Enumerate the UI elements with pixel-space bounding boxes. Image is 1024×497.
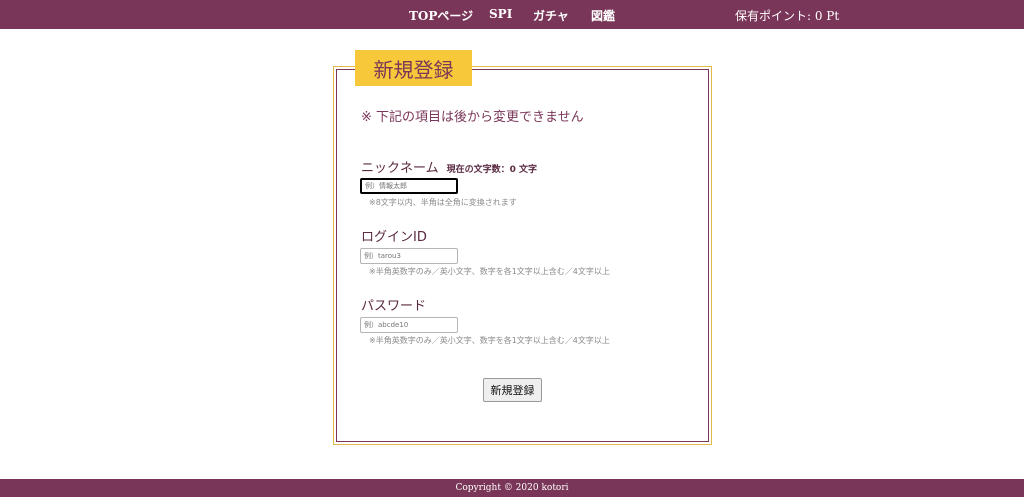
nav-spi-link[interactable]: SPI <box>489 7 512 21</box>
login-id-input[interactable] <box>360 248 458 264</box>
password-input[interactable] <box>360 317 458 333</box>
login-id-hint: ※半角英数字のみ／英小文字、数字を各1文字以上含む／4文字以上 <box>369 267 610 276</box>
password-hint: ※半角英数字のみ／英小文字、数字を各1文字以上含む／4文字以上 <box>369 336 610 345</box>
nickname-label: ニックネーム 現在の文字数：0 文字 <box>361 157 537 176</box>
nickname-char-count: 現在の文字数：0 文字 <box>446 165 538 175</box>
nav-gacha-link[interactable]: ガチャ <box>533 7 569 24</box>
footer: Copyright © 2020 kotori <box>0 479 1024 497</box>
top-navigation-bar: TOPページ SPI ガチャ 図鑑 保有ポイント: 0 Pt <box>0 0 1024 29</box>
nickname-hint: ※8文字以内、半角は全角に変換されます <box>369 198 517 207</box>
password-label: パスワード <box>361 299 427 314</box>
page-title: 新規登録 <box>355 50 472 86</box>
nav-top-page-link[interactable]: TOPページ <box>409 7 473 24</box>
nickname-label-text: ニックネーム <box>361 161 439 176</box>
copyright-text: Copyright © 2020 kotori <box>455 483 569 493</box>
login-id-label: ログインID <box>361 230 427 245</box>
nickname-input[interactable] <box>360 178 458 194</box>
nav-encyclopedia-link[interactable]: 図鑑 <box>591 7 615 24</box>
points-balance: 保有ポイント: 0 Pt <box>735 9 840 23</box>
immutable-notice: ※ 下記の項目は後から変更できません <box>361 110 584 125</box>
register-button[interactable]: 新規登録 <box>483 378 542 402</box>
